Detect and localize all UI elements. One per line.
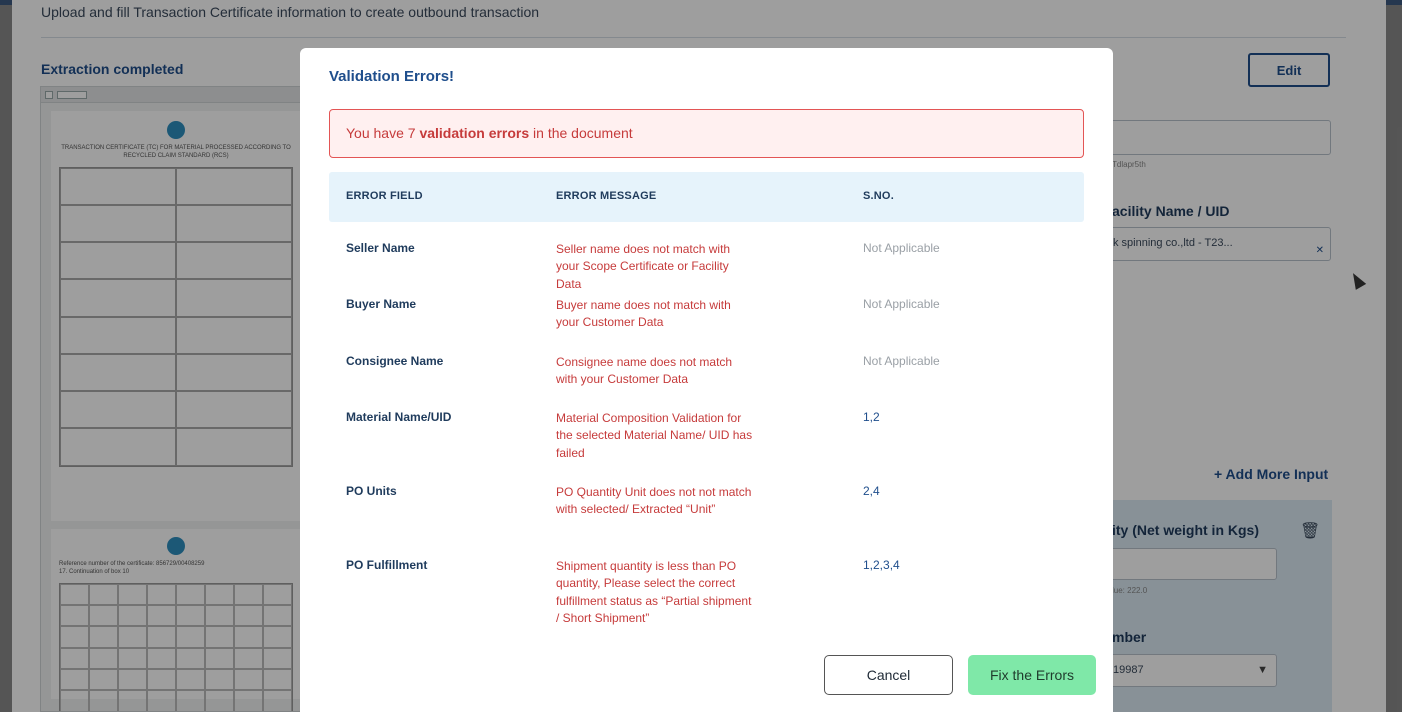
error-sno: 1,2,3,4 <box>863 558 900 572</box>
error-message: Consignee name does not match with your … <box>556 355 733 387</box>
alert-emphasis: validation errors <box>419 125 530 141</box>
error-field: Material Name/UID <box>346 410 452 424</box>
error-field: Seller Name <box>346 241 415 255</box>
error-field: PO Fulfillment <box>346 558 428 572</box>
column-error-message: ERROR MESSAGE <box>556 190 657 202</box>
error-sno: 2,4 <box>863 484 880 498</box>
error-sno: Not Applicable <box>863 241 940 255</box>
error-field: Consignee Name <box>346 354 444 368</box>
alert-prefix: You have 7 <box>346 125 420 141</box>
error-message: Material Composition Validation for the … <box>556 411 753 460</box>
validation-errors-modal: Validation Errors! You have 7 validation… <box>300 48 1113 712</box>
cancel-button[interactable]: Cancel <box>824 655 953 695</box>
fix-errors-button[interactable]: Fix the Errors <box>968 655 1096 695</box>
alert-suffix: in the document <box>529 125 633 141</box>
error-sno: Not Applicable <box>863 354 940 368</box>
error-message: Seller name does not match with your Sco… <box>556 242 731 291</box>
error-message: Shipment quantity is less than PO quanti… <box>556 559 752 625</box>
error-message: PO Quantity Unit does not not match with… <box>556 485 752 517</box>
error-sno: Not Applicable <box>863 297 940 311</box>
column-sno: S.NO. <box>863 190 894 202</box>
error-message: Buyer name does not match with your Cust… <box>556 298 731 330</box>
error-sno: 1,2 <box>863 410 880 424</box>
error-field: PO Units <box>346 484 397 498</box>
column-error-field: ERROR FIELD <box>346 190 423 202</box>
error-field: Buyer Name <box>346 297 417 311</box>
error-alert: You have 7 validation errors in the docu… <box>329 109 1084 158</box>
errors-table-header: ERROR FIELD ERROR MESSAGE S.NO. <box>329 172 1084 222</box>
modal-title: Validation Errors! <box>329 68 455 85</box>
